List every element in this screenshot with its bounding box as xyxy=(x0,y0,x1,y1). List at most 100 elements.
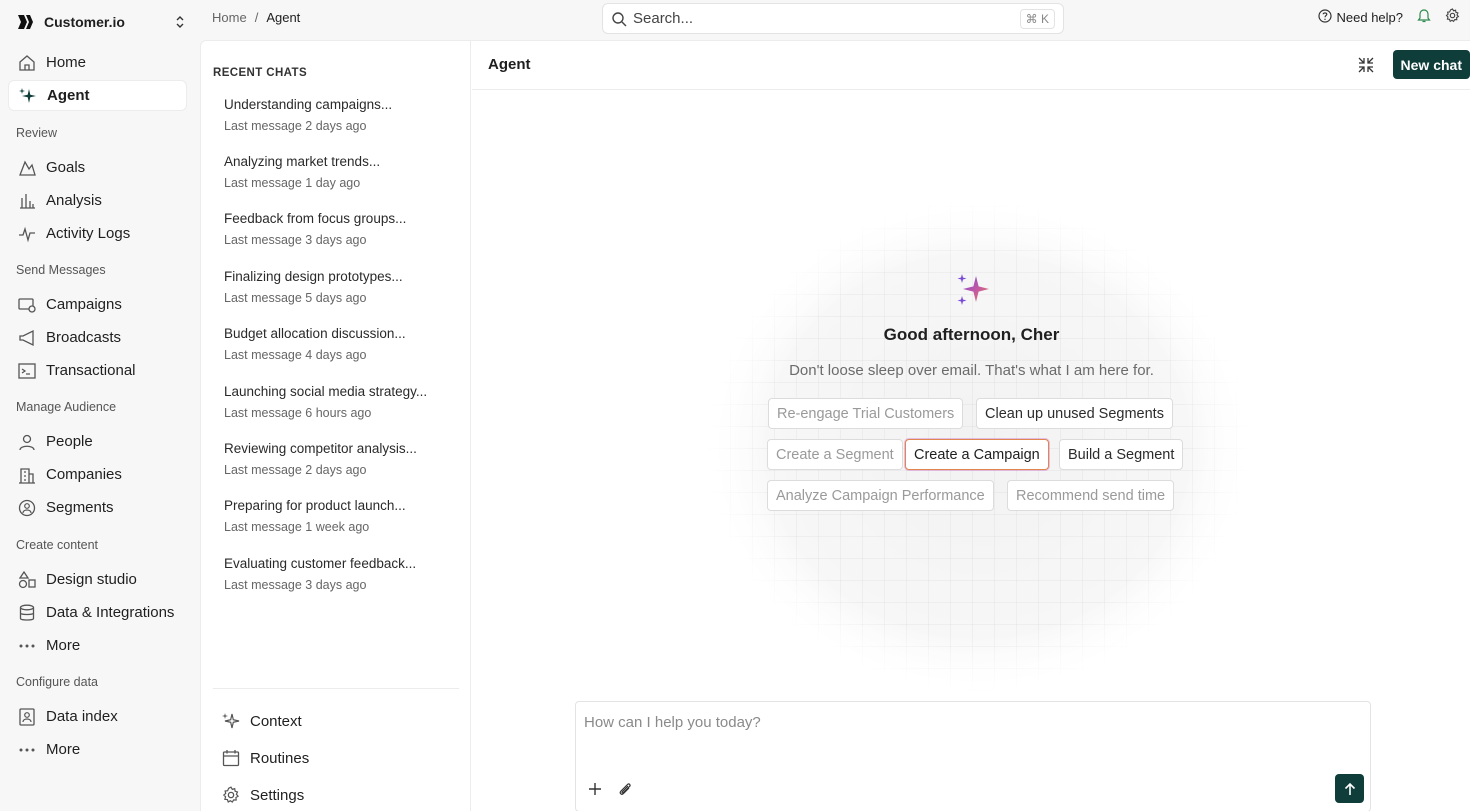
chat-timestamp: Last message 4 days ago xyxy=(224,348,367,362)
chat-timestamp: Last message 2 days ago xyxy=(224,119,367,133)
chat-item[interactable]: Budget allocation discussion... Last mes… xyxy=(224,326,454,362)
suggestion-chip[interactable]: Clean up unused Segments xyxy=(976,398,1173,429)
gear-icon[interactable] xyxy=(1445,8,1460,26)
chat-item[interactable]: Launching social media strategy... Last … xyxy=(224,384,454,420)
segments-icon xyxy=(17,498,37,518)
breadcrumb-separator: / xyxy=(254,10,259,25)
suggestion-chip[interactable]: Re-engage Trial Customers xyxy=(768,398,964,429)
chat-title: Budget allocation discussion... xyxy=(224,326,406,341)
breadcrumb: Home / Agent xyxy=(212,10,300,25)
chat-timestamp: Last message 5 days ago xyxy=(224,291,367,305)
sidebar-item-transactional[interactable]: Transactional xyxy=(8,355,187,386)
sidebar-item-label: Analysis xyxy=(46,192,102,209)
chat-item[interactable]: Feedback from focus groups... Last messa… xyxy=(224,211,454,247)
suggestion-chip[interactable]: Create a Campaign xyxy=(905,439,1049,470)
sidebar-item-design-studio[interactable]: Design studio xyxy=(8,564,187,595)
goals-icon xyxy=(17,158,37,178)
suggestion-chip[interactable]: Build a Segment xyxy=(1059,439,1184,470)
calendar-icon xyxy=(221,748,241,768)
chat-item[interactable]: Reviewing competitor analysis... Last me… xyxy=(224,441,454,477)
suggestion-chip[interactable]: Create a Segment xyxy=(767,439,903,470)
home-icon xyxy=(17,53,37,73)
sidebar-item-more-config[interactable]: More xyxy=(8,734,187,765)
sparkle-icon xyxy=(18,86,38,106)
sidebar-item-home[interactable]: Home xyxy=(8,47,187,78)
sidebar-item-label: Data & Integrations xyxy=(46,604,175,621)
chat-item[interactable]: Finalizing design prototypes... Last mes… xyxy=(224,269,454,305)
sidebar-item-segments[interactable]: Segments xyxy=(8,492,187,523)
recent-chats-panel: RECENT CHATS Understanding campaigns... … xyxy=(201,41,471,811)
chat-item[interactable]: Preparing for product launch... Last mes… xyxy=(224,498,454,534)
sidebar-item-label: Transactional xyxy=(46,362,136,379)
bell-icon[interactable] xyxy=(1417,8,1431,26)
chat-timestamp: Last message 6 hours ago xyxy=(224,406,372,420)
chat-item[interactable]: Evaluating customer feedback... Last mes… xyxy=(224,556,454,592)
chat-item[interactable]: Analyzing market trends... Last message … xyxy=(224,154,454,190)
more-dots-icon xyxy=(17,636,37,656)
sidebar-item-people[interactable]: People xyxy=(8,426,187,457)
campaigns-icon xyxy=(17,295,37,315)
breadcrumb-home-link[interactable]: Home xyxy=(212,10,247,25)
agent-chat-area: Agent New chat Good afternoon, Cher Don'… xyxy=(472,41,1470,811)
customerio-logo-icon xyxy=(16,12,36,32)
page-title: Agent xyxy=(488,56,531,73)
sidebar-item-agent[interactable]: Agent xyxy=(8,80,187,111)
need-help-label: Need help? xyxy=(1336,9,1404,25)
building-icon xyxy=(17,465,37,485)
sidebar-item-label: Goals xyxy=(46,159,86,176)
greeting-subtitle: Don't loose sleep over email. That's wha… xyxy=(789,362,1154,379)
activity-icon xyxy=(17,224,37,244)
new-chat-button[interactable]: New chat xyxy=(1392,50,1470,79)
divider xyxy=(213,688,459,689)
sidebar-item-broadcasts[interactable]: Broadcasts xyxy=(8,322,187,353)
terminal-icon xyxy=(17,361,37,381)
suggestion-chip[interactable]: Analyze Campaign Performance xyxy=(767,480,994,511)
sidebar-item-label: Segments xyxy=(46,499,114,516)
composer-placeholder: How can I help you today? xyxy=(584,714,761,731)
sidebar-section-configure-data: Configure data xyxy=(16,675,99,689)
routines-button[interactable]: Routines xyxy=(221,748,309,768)
top-bar: Home / Agent Search... ⌘ K Need help? xyxy=(200,0,1470,38)
search-input[interactable]: Search... ⌘ K xyxy=(602,3,1064,34)
sidebar-item-companies[interactable]: Companies xyxy=(8,459,187,490)
sidebar-item-label: Activity Logs xyxy=(46,225,131,242)
chat-item[interactable]: Understanding campaigns... Last message … xyxy=(224,97,454,133)
context-label: Context xyxy=(250,712,302,730)
sidebar-item-label: Companies xyxy=(46,466,122,483)
chat-title: Understanding campaigns... xyxy=(224,97,393,112)
sidebar-item-data-integrations[interactable]: Data & Integrations xyxy=(8,597,187,628)
sidebar-item-more-content[interactable]: More xyxy=(8,630,187,661)
chat-title: Feedback from focus groups... xyxy=(224,211,407,226)
arrow-up-icon xyxy=(1344,782,1355,795)
shapes-icon xyxy=(17,570,37,590)
chat-title: Analyzing market trends... xyxy=(224,154,381,169)
paperclip-icon[interactable] xyxy=(616,780,634,798)
chat-title: Evaluating customer feedback... xyxy=(224,556,417,571)
help-circle-icon xyxy=(1317,8,1332,26)
megaphone-icon xyxy=(17,328,37,348)
collapse-icon[interactable] xyxy=(1357,56,1375,74)
chevron-updown-icon[interactable] xyxy=(172,14,188,30)
send-button[interactable] xyxy=(1335,774,1364,803)
sparkle-outline-icon xyxy=(221,711,241,731)
sidebar-item-campaigns[interactable]: Campaigns xyxy=(8,289,187,320)
settings-button[interactable]: Settings xyxy=(221,785,304,805)
need-help-button[interactable]: Need help? xyxy=(1317,8,1404,26)
chat-composer[interactable]: How can I help you today? xyxy=(575,701,1371,811)
sidebar-item-activity-logs[interactable]: Activity Logs xyxy=(8,218,187,249)
gear-icon xyxy=(221,785,241,805)
top-right-actions: Need help? xyxy=(1317,8,1461,26)
sidebar-item-label: Home xyxy=(46,54,87,71)
sidebar-item-analysis[interactable]: Analysis xyxy=(8,185,187,216)
chat-title: Finalizing design prototypes... xyxy=(224,269,403,284)
sidebar-item-goals[interactable]: Goals xyxy=(8,152,187,183)
chat-timestamp: Last message 2 days ago xyxy=(224,463,367,477)
suggestion-chip[interactable]: Recommend send time xyxy=(1007,480,1175,511)
sidebar-item-data-index[interactable]: Data index xyxy=(8,701,187,732)
sidebar-section-create-content: Create content xyxy=(16,538,98,552)
context-button[interactable]: Context xyxy=(221,711,302,731)
plus-icon[interactable] xyxy=(586,780,604,798)
workspace-switcher[interactable]: Customer.io xyxy=(16,10,188,34)
chat-timestamp: Last message 3 days ago xyxy=(224,233,367,247)
chat-timestamp: Last message 1 week ago xyxy=(224,520,370,534)
